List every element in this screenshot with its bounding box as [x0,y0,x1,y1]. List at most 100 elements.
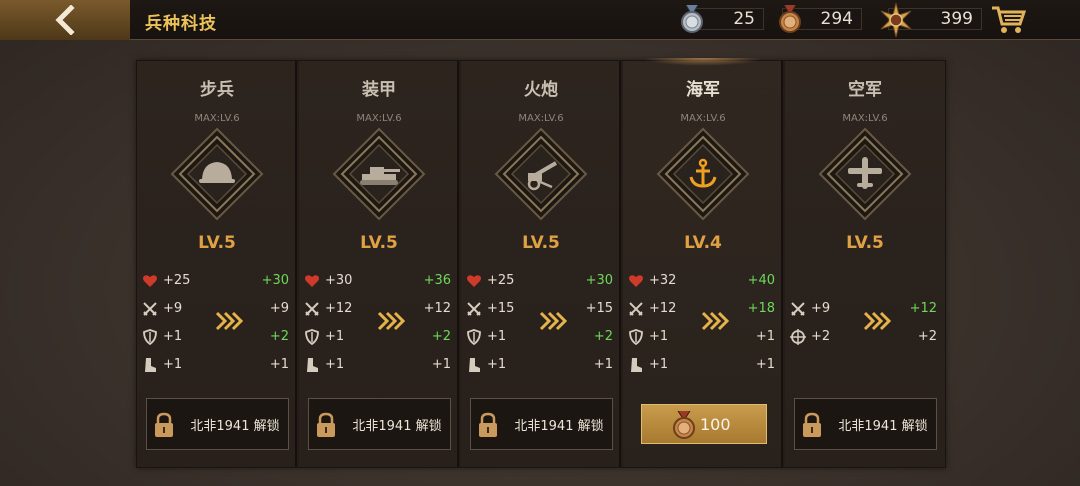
lock-icon [317,412,335,437]
max-level: MAX:LV.6 [680,113,726,124]
unit-level: LV.5 [198,233,236,253]
stat-next: +15 [585,301,613,316]
stat-next: +9 [269,301,289,316]
unit-card-infantry[interactable]: 步兵 MAX:LV.6 LV.5 +25 +30 +9 +9 +1 +2 +1 [137,61,297,467]
swords-icon [305,302,319,316]
unlock-button[interactable]: 北非1941 解锁 [146,398,289,450]
unlock-button[interactable]: 北非1941 解锁 [794,398,937,450]
chevron-left-icon [55,5,75,35]
max-level: MAX:LV.6 [194,113,240,124]
plane-icon [818,127,912,221]
upgrade-arrows-icon [215,311,243,331]
lock-icon [155,412,173,437]
bronze-medal-icon [673,410,695,439]
page-title: 兵种科技 [145,14,217,34]
stat-next: +1 [755,357,775,372]
upgrade-arrows-icon [701,311,729,331]
stat-current: +1 [325,329,345,344]
unit-card-artillery[interactable]: 火炮 MAX:LV.6 LV.5 +25 +30 +15 +15 +1 +2 +… [461,61,621,467]
unit-level: LV.5 [522,233,560,253]
stat-current: +30 [325,273,353,288]
heart-icon [467,275,481,287]
upgrade-arrows-icon [539,311,567,331]
heart-icon [143,275,157,287]
unit-name: 步兵 [200,80,234,100]
stat-next: +36 [423,273,451,288]
shield-icon [143,329,157,345]
boot-icon [307,358,318,372]
swords-icon [629,302,643,316]
star-badge-icon [880,2,912,38]
stat-row: +30 +36 [299,271,459,291]
heart-icon [305,275,319,287]
stat-current: +25 [163,273,191,288]
unit-name: 装甲 [362,80,396,100]
stat-current: +32 [649,273,677,288]
stat-next: +1 [269,357,289,372]
stat-next: +30 [261,273,289,288]
swords-icon [143,302,157,316]
stat-next: +1 [431,357,451,372]
stat-next: +12 [909,301,937,316]
crosshair-icon [790,329,806,345]
stat-current: +9 [811,301,831,316]
helmet-icon [170,127,264,221]
anchor-icon [656,127,750,221]
heart-icon [629,275,643,287]
star-badge-value: 399 [940,9,973,29]
unit-card-armor[interactable]: 装甲 MAX:LV.6 LV.5 +30 +36 +12 +12 +1 +2 +… [299,61,459,467]
stat-next: +2 [269,329,289,344]
upgrade-arrows-icon [377,311,405,331]
boot-icon [145,358,156,372]
unlock-button[interactable]: 北非1941 解锁 [308,398,451,450]
stat-next: +1 [593,357,613,372]
tank-icon [332,127,426,221]
stat-row: +1 +1 [461,355,621,375]
unit-tech-panel: 步兵 MAX:LV.6 LV.5 +25 +30 +9 +9 +1 +2 +1 [136,58,946,468]
upgrade-arrows-icon [863,311,891,331]
top-bar: 兵种科技 25 294 399 [0,0,1080,40]
stat-current: +1 [487,329,507,344]
unit-level: LV.5 [846,233,884,253]
artillery-icon [494,127,588,221]
stat-next: +2 [917,329,937,344]
stat-next: +1 [755,329,775,344]
silver-medal-value: 25 [733,9,755,29]
shield-icon [629,329,643,345]
lock-icon [803,412,821,437]
bronze-medal-value: 294 [820,9,853,29]
boot-icon [469,358,480,372]
unlock-label: 北非1941 解锁 [352,419,442,434]
stat-next: +12 [423,301,451,316]
back-button[interactable] [0,0,130,40]
stat-current: +15 [487,301,515,316]
lock-icon [479,412,497,437]
unit-card-navy[interactable]: 海军 MAX:LV.6 LV.4 +32 +40 +12 +18 +1 +1 +… [623,58,783,467]
buy-cost: 100 [700,415,731,434]
max-level: MAX:LV.6 [518,113,564,124]
stat-current: +25 [487,273,515,288]
stat-next: +30 [585,273,613,288]
unit-card-airforce[interactable]: 空军 MAX:LV.6 LV.5 +9 +12 +2 +2 北非1941 解锁 [785,61,945,467]
unit-level: LV.4 [684,233,722,253]
stat-current: +1 [325,357,345,372]
boot-icon [631,358,642,372]
shield-icon [305,329,319,345]
unit-name: 火炮 [524,80,558,100]
unlock-button[interactable]: 北非1941 解锁 [470,398,613,450]
stat-current: +2 [811,329,831,344]
unit-name: 空军 [848,80,882,100]
max-level: MAX:LV.6 [356,113,402,124]
stat-next: +40 [747,273,775,288]
stat-next: +2 [593,329,613,344]
stat-row: +32 +40 [623,271,783,291]
stat-current: +1 [649,329,669,344]
stat-current: +1 [163,357,183,372]
shopping-cart-icon[interactable] [990,4,1026,34]
upgrade-buy-button[interactable]: 100 [641,404,767,444]
unit-level: LV.5 [360,233,398,253]
shield-icon [467,329,481,345]
stat-current: +1 [487,357,507,372]
silver-medal-icon [681,4,703,33]
unlock-label: 北非1941 解锁 [190,419,280,434]
